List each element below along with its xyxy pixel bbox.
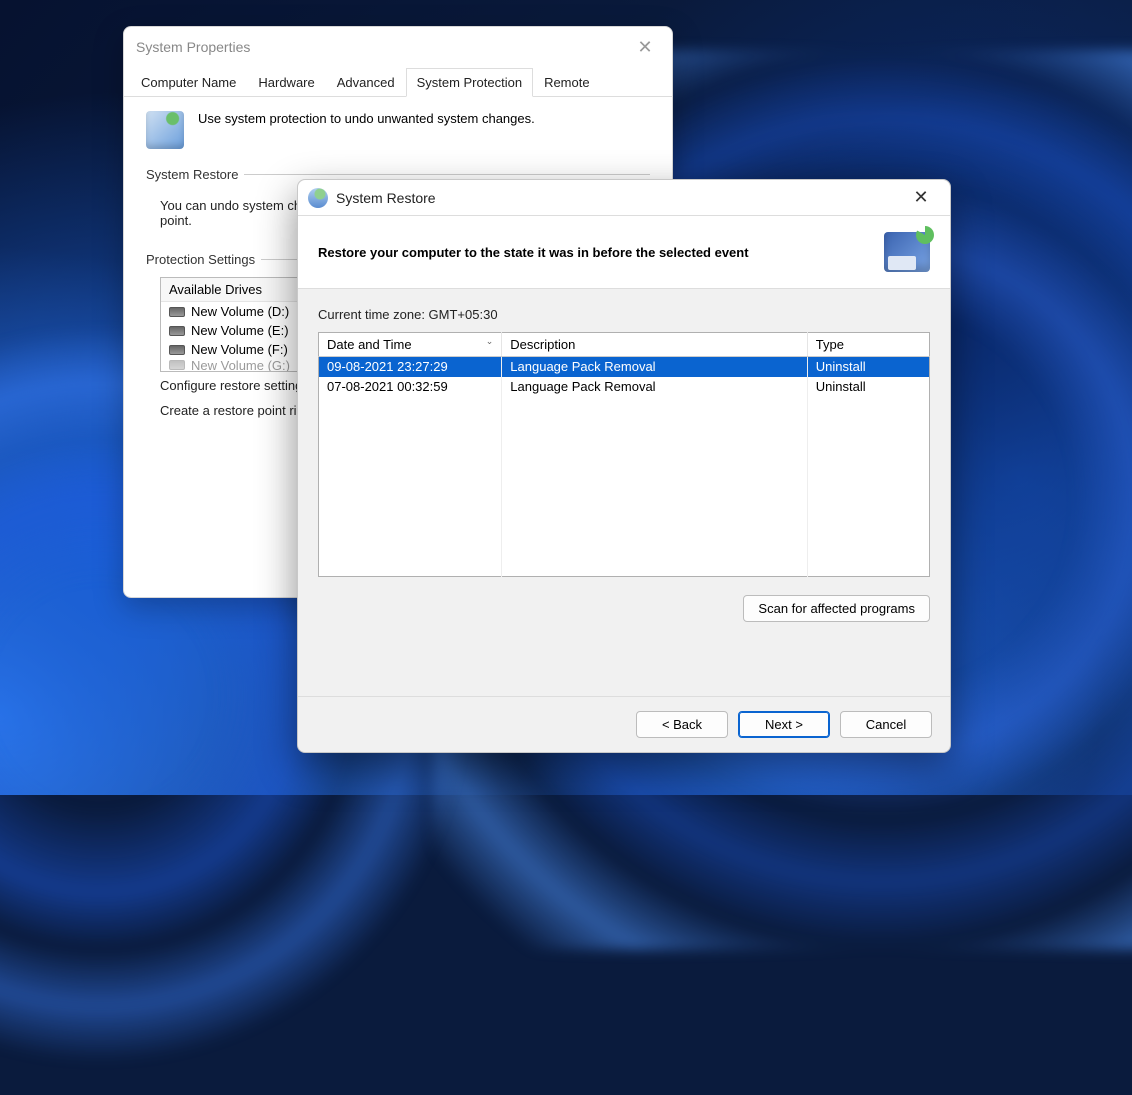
table-row[interactable]: . — [319, 557, 930, 577]
sysprop-intro-text: Use system protection to undo unwanted s… — [198, 111, 535, 126]
next-button[interactable]: Next > — [738, 711, 830, 738]
hdd-icon — [169, 326, 185, 336]
sort-caret-icon: ⌄ — [486, 336, 494, 347]
tab-hardware[interactable]: Hardware — [247, 68, 325, 97]
table-row[interactable]: . — [319, 397, 930, 417]
sysprop-titlebar[interactable]: System Properties ✕ — [124, 27, 672, 67]
table-row[interactable]: . — [319, 457, 930, 477]
table-row[interactable]: 09-08-2021 23:27:29 Language Pack Remova… — [319, 357, 930, 377]
wizard-footer: < Back Next > Cancel — [298, 696, 950, 752]
table-row[interactable]: 07-08-2021 00:32:59 Language Pack Remova… — [319, 377, 930, 397]
system-restore-wizard: System Restore ✕ Restore your computer t… — [297, 179, 951, 753]
timezone-label: Current time zone: GMT+05:30 — [318, 307, 930, 322]
system-restore-legend: System Restore — [146, 167, 244, 182]
wizard-titlebar[interactable]: System Restore ✕ — [298, 180, 950, 216]
col-description[interactable]: Description — [502, 333, 808, 357]
restore-points-table[interactable]: Date and Time ⌄ Description Type 09-08-2… — [318, 332, 930, 577]
wizard-title: System Restore — [336, 190, 436, 206]
table-row[interactable]: . — [319, 537, 930, 557]
system-restore-icon — [884, 232, 930, 272]
sysprop-title: System Properties — [136, 39, 250, 55]
sysprop-tabs: Computer Name Hardware Advanced System P… — [124, 67, 672, 97]
table-row[interactable]: . — [319, 497, 930, 517]
wizard-heading: Restore your computer to the state it wa… — [318, 245, 749, 260]
table-row[interactable]: . — [319, 437, 930, 457]
scan-affected-button[interactable]: Scan for affected programs — [743, 595, 930, 622]
hdd-icon — [169, 345, 185, 355]
close-icon[interactable]: ✕ — [902, 187, 940, 208]
tab-remote[interactable]: Remote — [533, 68, 601, 97]
col-type[interactable]: Type — [807, 333, 929, 357]
table-row[interactable]: . — [319, 417, 930, 437]
tab-computer-name[interactable]: Computer Name — [130, 68, 247, 97]
protection-settings-legend: Protection Settings — [146, 252, 261, 267]
system-protection-icon — [146, 111, 184, 149]
col-date[interactable]: Date and Time ⌄ — [319, 333, 502, 357]
table-row[interactable]: . — [319, 517, 930, 537]
hdd-icon — [169, 360, 185, 370]
table-row[interactable]: . — [319, 477, 930, 497]
hdd-icon — [169, 307, 185, 317]
wizard-header: Restore your computer to the state it wa… — [298, 216, 950, 289]
cancel-button[interactable]: Cancel — [840, 711, 932, 738]
system-restore-icon — [308, 188, 328, 208]
back-button[interactable]: < Back — [636, 711, 728, 738]
tab-system-protection[interactable]: System Protection — [406, 68, 534, 97]
close-icon[interactable]: ✕ — [630, 37, 660, 58]
tab-advanced[interactable]: Advanced — [326, 68, 406, 97]
